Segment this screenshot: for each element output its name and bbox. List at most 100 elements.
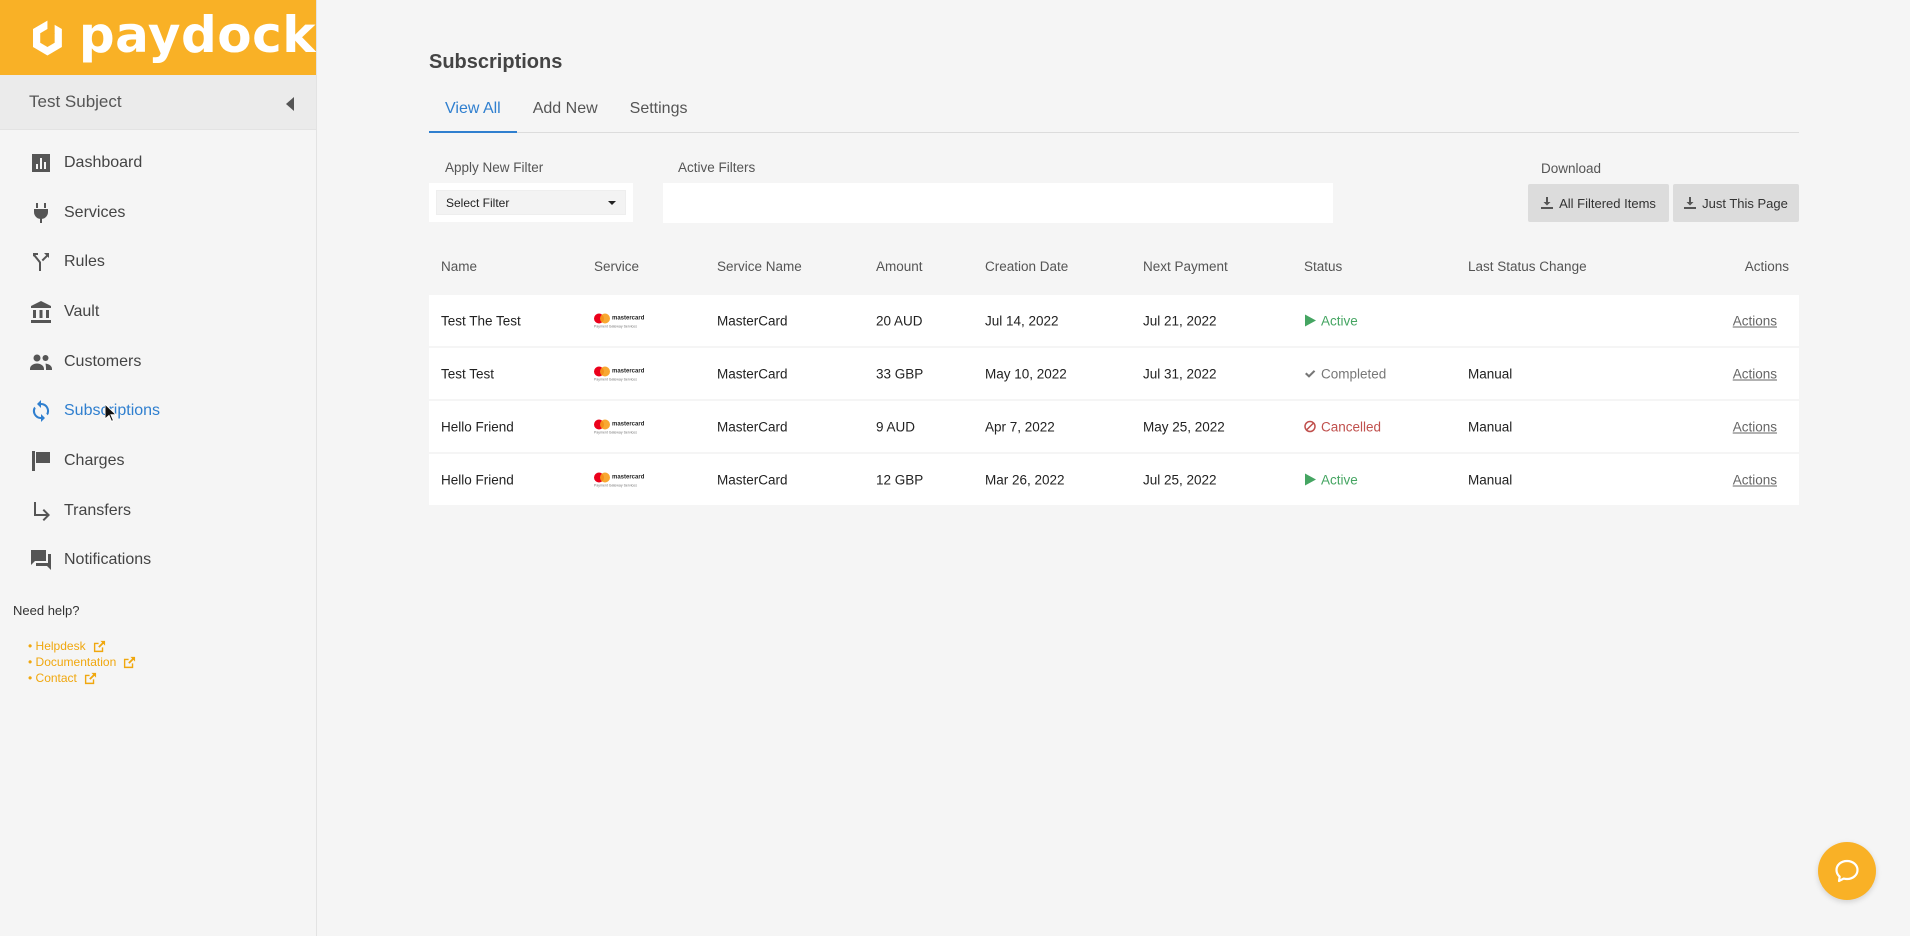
help-link-label: • Contact xyxy=(28,671,77,686)
actions-link[interactable]: Actions xyxy=(1733,313,1777,328)
play-icon xyxy=(1305,473,1316,486)
filter-select-value: Select Filter xyxy=(446,195,510,210)
sidebar-item-subscriptions[interactable]: Subscriptions xyxy=(0,386,316,436)
status-label: Active xyxy=(1321,472,1358,487)
ban-icon xyxy=(1304,420,1316,433)
filter-select[interactable]: Select Filter xyxy=(436,190,626,215)
contact-link[interactable]: • Contact xyxy=(28,670,316,686)
actions-link[interactable]: Actions xyxy=(1733,419,1777,434)
cell-amount: 33 GBP xyxy=(876,366,924,381)
table-row[interactable]: Test The Test mastercard Payment Gateway… xyxy=(429,295,1799,346)
mastercard-logo-sub: Payment Gateway Services xyxy=(594,483,637,487)
sidebar: paydock Test Subject Dashboard Services … xyxy=(0,0,317,936)
download-all-button[interactable]: All Filtered Items xyxy=(1528,184,1669,222)
mastercard-logo: mastercard Payment Gateway Services xyxy=(594,472,644,487)
mastercard-logo: mastercard Payment Gateway Services xyxy=(594,366,644,381)
sidebar-item-label: Dashboard xyxy=(64,153,143,171)
cell-amount: 12 GBP xyxy=(876,472,924,487)
bank-icon xyxy=(28,299,54,325)
sidebar-item-vault[interactable]: Vault xyxy=(0,287,316,337)
table-row[interactable]: Test Test mastercard Payment Gateway Ser… xyxy=(429,348,1799,399)
table-body: Test The Test mastercard Payment Gateway… xyxy=(429,295,1799,507)
brand-name: paydock xyxy=(78,5,316,64)
fork-icon xyxy=(28,249,54,275)
mastercard-logo-sub: Payment Gateway Services xyxy=(594,377,637,381)
tab-view-all[interactable]: View All xyxy=(429,96,517,133)
cell-service-name: MasterCard xyxy=(717,472,788,487)
sidebar-item-customers[interactable]: Customers xyxy=(0,337,316,387)
paydock-logo-icon xyxy=(33,20,62,55)
cell-service-name: MasterCard xyxy=(717,366,788,381)
actions-link[interactable]: Actions xyxy=(1733,472,1777,487)
column-header-last-status-change[interactable]: Last Status Change xyxy=(1468,259,1587,274)
cell-amount: 9 AUD xyxy=(876,419,916,434)
status-label: Completed xyxy=(1321,366,1387,381)
chat-launcher-button[interactable] xyxy=(1818,842,1876,900)
mastercard-logo-word: mastercard xyxy=(612,315,645,321)
column-header-status[interactable]: Status xyxy=(1304,259,1342,274)
documentation-link[interactable]: • Documentation xyxy=(28,654,316,670)
people-icon xyxy=(28,349,54,375)
external-link-icon xyxy=(93,640,105,652)
sidebar-item-services[interactable]: Services xyxy=(0,188,316,238)
sidebar-item-transfers[interactable]: Transfers xyxy=(0,486,316,536)
table-row[interactable]: Hello Friend mastercard Payment Gateway … xyxy=(429,454,1799,505)
sidebar-item-charges[interactable]: Charges xyxy=(0,436,316,486)
column-header-name[interactable]: Name xyxy=(441,259,477,274)
table-row[interactable]: Hello Friend mastercard Payment Gateway … xyxy=(429,401,1799,452)
help-links: • Helpdesk • Documentation • Contact xyxy=(28,638,316,686)
column-header-creation-date[interactable]: Creation Date xyxy=(985,259,1068,274)
download-icon xyxy=(1684,197,1697,209)
cell-last-status-change: Manual xyxy=(1468,472,1513,487)
bar-chart-icon xyxy=(28,150,54,176)
actions-link[interactable]: Actions xyxy=(1733,366,1777,381)
active-filters-box[interactable] xyxy=(663,183,1333,223)
mastercard-logo: mastercard Payment Gateway Services xyxy=(594,313,644,328)
column-header-amount[interactable]: Amount xyxy=(876,259,923,274)
mastercard-logo-sub: Payment Gateway Services xyxy=(594,430,637,434)
sidebar-item-label: Charges xyxy=(64,451,125,469)
sidebar-item-notifications[interactable]: Notifications xyxy=(0,536,316,586)
plug-icon xyxy=(28,200,54,226)
chat-bubble-icon xyxy=(1835,859,1859,883)
download-label: Download xyxy=(1541,161,1602,176)
chevron-down-icon xyxy=(608,200,616,205)
help-title: Need help? xyxy=(13,603,80,619)
tab-add-new[interactable]: Add New xyxy=(517,96,614,133)
account-switcher[interactable]: Test Subject xyxy=(0,75,316,130)
sidebar-item-label: Notifications xyxy=(64,551,152,569)
sidebar-item-label: Vault xyxy=(64,302,100,320)
chat-icon xyxy=(28,547,54,573)
flag-icon xyxy=(28,448,54,474)
status-label: Cancelled xyxy=(1321,419,1382,434)
collapse-arrow-icon[interactable] xyxy=(286,97,294,111)
tab-settings[interactable]: Settings xyxy=(614,96,704,133)
column-header-next-payment[interactable]: Next Payment xyxy=(1143,259,1228,274)
status-badge: Active xyxy=(1304,313,1358,328)
column-header-service[interactable]: Service xyxy=(594,259,639,274)
helpdesk-link[interactable]: • Helpdesk xyxy=(28,638,316,654)
mastercard-logo-word: mastercard xyxy=(612,368,645,374)
cell-next-payment: Jul 21, 2022 xyxy=(1143,313,1217,328)
download-page-label: Just This Page xyxy=(1702,195,1788,211)
cell-amount: 20 AUD xyxy=(876,313,923,328)
mouse-cursor-icon xyxy=(105,404,117,422)
external-link-icon xyxy=(84,672,96,684)
arrow-turn-right-icon xyxy=(28,498,54,524)
download-page-button[interactable]: Just This Page xyxy=(1673,184,1799,222)
cell-name: Hello Friend xyxy=(441,419,514,434)
cell-last-status-change: Manual xyxy=(1468,419,1513,434)
check-icon xyxy=(1305,370,1316,378)
cell-creation-date: May 10, 2022 xyxy=(985,366,1067,381)
brand-logo[interactable]: paydock xyxy=(0,0,316,75)
column-header-actions: Actions xyxy=(1744,259,1789,274)
sidebar-item-rules[interactable]: Rules xyxy=(0,237,316,287)
status-label: Active xyxy=(1321,313,1358,328)
cell-creation-date: Apr 7, 2022 xyxy=(985,419,1055,434)
main-nav: Dashboard Services Rules Vault Customers xyxy=(0,130,316,585)
sidebar-item-dashboard[interactable]: Dashboard xyxy=(0,138,316,188)
table-header: Name Service Service Name Amount Creatio… xyxy=(429,259,1799,281)
sidebar-item-label: Transfers xyxy=(64,501,131,519)
cell-name: Hello Friend xyxy=(441,472,514,487)
column-header-service-name[interactable]: Service Name xyxy=(717,259,802,274)
